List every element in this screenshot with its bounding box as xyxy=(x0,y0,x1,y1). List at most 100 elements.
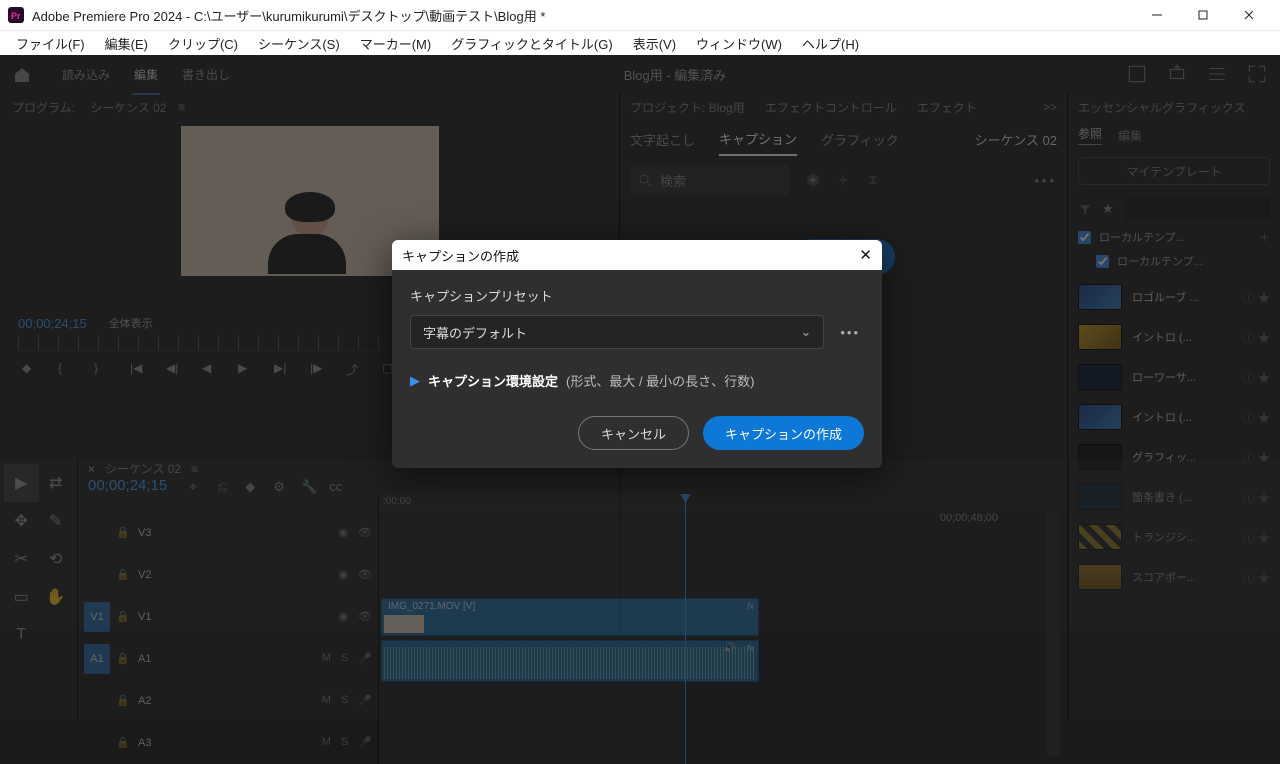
tab-effects[interactable]: エフェクト xyxy=(917,99,977,116)
ws-import[interactable]: 読み込み xyxy=(50,62,122,87)
menu-sequence[interactable]: シーケンス(S) xyxy=(248,32,350,55)
lock-icon[interactable]: 🔒 xyxy=(116,736,132,749)
window-close[interactable] xyxy=(1226,0,1272,30)
eg-local-check-1[interactable] xyxy=(1078,231,1091,244)
mute-icon[interactable]: M xyxy=(322,736,331,749)
svg-text:Pr: Pr xyxy=(11,11,21,21)
favorite-icon[interactable]: ★ xyxy=(1102,201,1114,217)
solo-icon[interactable]: S xyxy=(341,694,348,707)
workspace-bar: 読み込み 編集 書き出し Blog用 - 編集済み xyxy=(0,55,1280,93)
subtab-transcribe[interactable]: 文字起こし xyxy=(630,124,695,155)
chevron-right-icon: ▶ xyxy=(410,373,420,389)
solo-icon[interactable]: S xyxy=(341,736,348,749)
preset-value: 字幕のデフォルト xyxy=(423,323,527,342)
ws-export[interactable]: 書き出し xyxy=(170,62,242,87)
step-back-icon[interactable]: ◀| xyxy=(166,361,180,375)
list-item[interactable]: 箇条書き (...ⓘ ★ xyxy=(1074,477,1274,517)
menu-edit[interactable]: 編集(E) xyxy=(95,32,158,55)
list-item[interactable]: スコアボー...ⓘ ★ xyxy=(1074,557,1274,597)
menu-view[interactable]: 表示(V) xyxy=(623,32,686,55)
caption-sequence-label: シーケンス 02 xyxy=(975,124,1057,155)
window-titlebar: Pr Adobe Premiere Pro 2024 - C:\ユーザー\kur… xyxy=(0,0,1280,30)
chevron-down-icon: ⌄ xyxy=(800,324,811,340)
tabs-overflow[interactable]: >> xyxy=(1043,100,1057,114)
program-timecode[interactable]: 00;00;24;15 xyxy=(18,316,87,331)
menu-clip[interactable]: クリップ(C) xyxy=(158,32,248,55)
caption-env-disclosure[interactable]: ▶ キャプション環境設定 (形式、最大 / 最小の長さ、行数) xyxy=(410,371,864,390)
workspace-menu-icon[interactable] xyxy=(1206,63,1228,85)
go-out-icon[interactable]: |▶ xyxy=(310,361,324,375)
play-icon[interactable]: ▶ xyxy=(238,361,252,375)
fullscreen-icon[interactable] xyxy=(1246,63,1268,85)
cancel-button[interactable]: キャンセル xyxy=(578,416,689,450)
mark-out-icon[interactable]: } xyxy=(94,361,108,375)
split-caption-icon[interactable] xyxy=(836,173,850,187)
quick-export-icon[interactable] xyxy=(1126,63,1148,85)
lift-icon[interactable]: ⤴ xyxy=(346,361,360,375)
tab-project[interactable]: プロジェクト: Blog用 xyxy=(630,99,745,116)
window-maximize[interactable] xyxy=(1180,0,1226,30)
eg-title: エッセンシャルグラフィックス xyxy=(1078,99,1245,116)
share-icon[interactable] xyxy=(1166,63,1188,85)
menu-file[interactable]: ファイル(F) xyxy=(6,32,95,55)
list-item[interactable]: イントロ (...ⓘ ★ xyxy=(1074,397,1274,437)
file-path: C:\ユーザー\kurumikurumi\デスクトップ\動画テスト\Blog用 … xyxy=(194,9,546,24)
add-marker-icon[interactable]: ◆ xyxy=(22,361,36,375)
window-minimize[interactable] xyxy=(1134,0,1180,30)
step-fwd-icon[interactable]: ▶| xyxy=(274,361,288,375)
mute-icon[interactable]: M xyxy=(322,694,331,707)
menu-help[interactable]: ヘルプ(H) xyxy=(792,32,869,55)
program-tab-label: プログラム: xyxy=(12,99,75,116)
play-back-icon[interactable]: ◀ xyxy=(202,361,216,375)
voice-icon[interactable]: 🎤 xyxy=(358,736,372,749)
app-name: Adobe Premiere Pro 2024 xyxy=(32,9,182,24)
lock-icon[interactable]: 🔒 xyxy=(116,694,132,707)
search-icon xyxy=(638,173,652,187)
solo-icon[interactable]: S xyxy=(341,652,348,665)
merge-caption-icon[interactable] xyxy=(866,173,880,187)
create-caption-button[interactable]: キャプションの作成 xyxy=(703,416,864,450)
add-caption-icon[interactable] xyxy=(806,173,820,187)
list-item[interactable]: イントロ (...ⓘ ★ xyxy=(1074,317,1274,357)
fx-badge: fx xyxy=(747,643,754,653)
lock-icon[interactable]: 🔒 xyxy=(116,652,132,665)
home-icon[interactable] xyxy=(12,64,32,84)
eg-local-check-2[interactable] xyxy=(1096,255,1109,268)
subtab-graphic[interactable]: グラフィック xyxy=(821,124,899,155)
dialog-title: キャプションの作成 xyxy=(402,246,519,265)
source-a1[interactable]: A1 xyxy=(84,644,110,674)
essential-graphics-panel: エッセンシャルグラフィックス 参照 編集 マイテンプレート ★ ローカルテンプ.… xyxy=(1068,93,1280,630)
create-caption-dialog: キャプションの作成 ✕ キャプションプリセット 字幕のデフォルト ⌄ ••• ▶… xyxy=(392,240,882,468)
menu-graphics[interactable]: グラフィックとタイトル(G) xyxy=(441,32,623,55)
list-item[interactable]: ローワーサ...ⓘ ★ xyxy=(1074,357,1274,397)
mute-icon[interactable]: M xyxy=(322,652,331,665)
eg-browse-tab[interactable]: 参照 xyxy=(1078,125,1102,145)
menu-window[interactable]: ウィンドウ(W) xyxy=(686,32,792,55)
zoom-fit[interactable]: 全体表示 xyxy=(109,315,153,331)
caption-search-placeholder: 検索 xyxy=(660,171,686,190)
caption-preset-dropdown[interactable]: 字幕のデフォルト ⌄ xyxy=(410,315,824,349)
menu-marker[interactable]: マーカー(M) xyxy=(350,32,442,55)
tab-effect-controls[interactable]: エフェクトコントロール xyxy=(765,99,897,116)
eg-add-folder-icon[interactable]: ＋ xyxy=(1259,229,1270,245)
ws-edit[interactable]: 編集 xyxy=(122,62,170,87)
preset-label: キャプションプリセット xyxy=(410,286,864,305)
caption-search[interactable]: 検索 xyxy=(630,165,790,195)
list-item[interactable]: グラフィッ...ⓘ ★ xyxy=(1074,437,1274,477)
eg-mytemplates[interactable]: マイテンプレート xyxy=(1078,157,1270,185)
caption-menu-icon[interactable]: ••• xyxy=(1034,173,1057,188)
subtab-caption[interactable]: キャプション xyxy=(719,123,797,156)
mark-in-icon[interactable]: { xyxy=(58,361,72,375)
eg-template-list: ロゴルーブ ...ⓘ ★ イントロ (...ⓘ ★ ローワーサ...ⓘ ★ イン… xyxy=(1068,273,1280,630)
filter-icon[interactable] xyxy=(1078,202,1092,216)
eg-edit-tab[interactable]: 編集 xyxy=(1118,127,1142,144)
list-item[interactable]: トランジシ...ⓘ ★ xyxy=(1074,517,1274,557)
voice-icon[interactable]: 🎤 xyxy=(358,694,372,707)
eg-search[interactable] xyxy=(1124,197,1270,221)
go-in-icon[interactable]: |◀ xyxy=(130,361,144,375)
voice-icon[interactable]: 🎤 xyxy=(358,652,372,665)
list-item[interactable]: ロゴルーブ ...ⓘ ★ xyxy=(1074,277,1274,317)
audio-clip[interactable]: 🔊fx xyxy=(381,640,759,682)
close-icon[interactable]: ✕ xyxy=(859,246,872,264)
preset-options-icon[interactable]: ••• xyxy=(836,325,864,340)
